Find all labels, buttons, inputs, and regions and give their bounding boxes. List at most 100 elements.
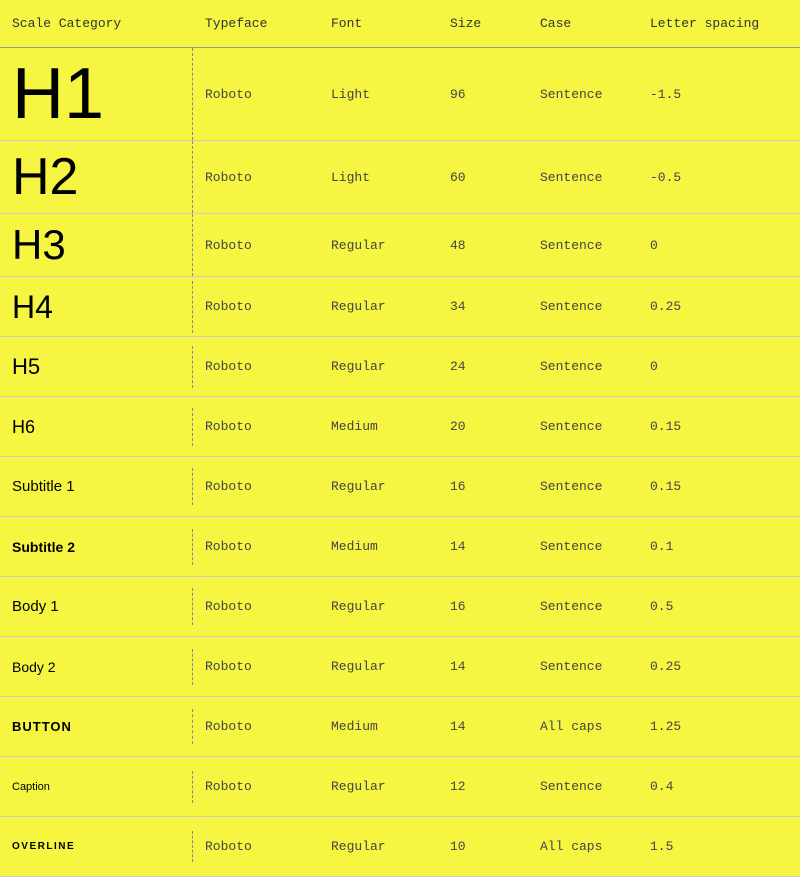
table-header: Scale Category Typeface Font Size Case L… [0,0,800,48]
spacing-cell: 0 [638,349,800,384]
header-scale-category: Scale Category [0,0,193,47]
case-cell: Sentence [528,289,638,324]
table-row: H1 Roboto Light 96 Sentence -1.5 [0,48,800,141]
scale-label: H5 [12,356,40,378]
scale-category-cell: H1 [0,48,193,140]
typeface-cell: Roboto [193,589,319,624]
typeface-cell: Roboto [193,649,319,684]
case-cell: Sentence [528,769,638,804]
font-cell: Regular [319,649,438,684]
scale-label: H3 [12,224,66,266]
font-cell: Regular [319,469,438,504]
scale-label: Body 1 [12,598,59,615]
scale-category-cell: Subtitle 2 [0,529,193,565]
typography-table: Scale Category Typeface Font Size Case L… [0,0,800,877]
table-row: H5 Roboto Regular 24 Sentence 0 [0,337,800,397]
typeface-cell: Roboto [193,529,319,564]
scale-label: H4 [12,291,53,323]
scale-category-cell: H6 [0,408,193,446]
spacing-cell: 1.5 [638,829,800,864]
scale-label: H6 [12,418,35,436]
scale-label: Subtitle 2 [12,539,75,555]
spacing-cell: 0.15 [638,469,800,504]
header-typeface: Typeface [193,0,319,47]
scale-category-cell: Body 1 [0,588,193,625]
typeface-cell: Roboto [193,409,319,444]
spacing-cell: -1.5 [638,77,800,112]
font-cell: Regular [319,829,438,864]
scale-category-cell: Caption [0,771,193,803]
table-body: H1 Roboto Light 96 Sentence -1.5 H2 Robo… [0,48,800,877]
typeface-cell: Roboto [193,160,319,195]
header-font: Font [319,0,438,47]
scale-category-cell: H5 [0,346,193,388]
font-cell: Light [319,77,438,112]
case-cell: Sentence [528,160,638,195]
case-cell: Sentence [528,529,638,564]
table-row: Body 2 Roboto Regular 14 Sentence 0.25 [0,637,800,697]
table-row: H2 Roboto Light 60 Sentence -0.5 [0,141,800,214]
table-row: Caption Roboto Regular 12 Sentence 0.4 [0,757,800,817]
scale-category-cell: H3 [0,214,193,276]
case-cell: Sentence [528,469,638,504]
size-cell: 14 [438,709,528,744]
spacing-cell: 0 [638,228,800,263]
font-cell: Medium [319,409,438,444]
spacing-cell: 0.25 [638,649,800,684]
font-cell: Regular [319,589,438,624]
scale-label: OVERLINE [12,841,75,852]
size-cell: 24 [438,349,528,384]
scale-category-cell: Subtitle 1 [0,468,193,505]
scale-label: Body 2 [12,659,56,675]
size-cell: 16 [438,589,528,624]
table-row: Subtitle 2 Roboto Medium 14 Sentence 0.1 [0,517,800,577]
case-cell: Sentence [528,349,638,384]
size-cell: 16 [438,469,528,504]
scale-label: H2 [12,151,78,203]
font-cell: Medium [319,529,438,564]
case-cell: All caps [528,829,638,864]
scale-category-cell: BUTTON [0,709,193,744]
table-row: H6 Roboto Medium 20 Sentence 0.15 [0,397,800,457]
scale-label: Subtitle 1 [12,478,75,495]
font-cell: Medium [319,709,438,744]
spacing-cell: -0.5 [638,160,800,195]
spacing-cell: 1.25 [638,709,800,744]
scale-label: Caption [12,781,50,793]
case-cell: All caps [528,709,638,744]
table-row: H4 Roboto Regular 34 Sentence 0.25 [0,277,800,337]
case-cell: Sentence [528,589,638,624]
table-row: Body 1 Roboto Regular 16 Sentence 0.5 [0,577,800,637]
spacing-cell: 0.15 [638,409,800,444]
spacing-cell: 0.4 [638,769,800,804]
size-cell: 14 [438,649,528,684]
table-row: Subtitle 1 Roboto Regular 16 Sentence 0.… [0,457,800,517]
size-cell: 96 [438,77,528,112]
table-row: OVERLINE Roboto Regular 10 All caps 1.5 [0,817,800,877]
case-cell: Sentence [528,77,638,112]
font-cell: Regular [319,228,438,263]
spacing-cell: 0.5 [638,589,800,624]
typeface-cell: Roboto [193,289,319,324]
typeface-cell: Roboto [193,228,319,263]
header-size: Size [438,0,528,47]
scale-label: H1 [12,58,104,130]
size-cell: 10 [438,829,528,864]
spacing-cell: 0.1 [638,529,800,564]
case-cell: Sentence [528,228,638,263]
size-cell: 34 [438,289,528,324]
case-cell: Sentence [528,649,638,684]
table-row: BUTTON Roboto Medium 14 All caps 1.25 [0,697,800,757]
size-cell: 14 [438,529,528,564]
scale-label: BUTTON [12,719,72,734]
scale-category-cell: OVERLINE [0,831,193,862]
size-cell: 12 [438,769,528,804]
size-cell: 48 [438,228,528,263]
typeface-cell: Roboto [193,769,319,804]
scale-category-cell: Body 2 [0,649,193,685]
typeface-cell: Roboto [193,349,319,384]
table-row: H3 Roboto Regular 48 Sentence 0 [0,214,800,277]
typeface-cell: Roboto [193,829,319,864]
case-cell: Sentence [528,409,638,444]
scale-category-cell: H4 [0,281,193,333]
